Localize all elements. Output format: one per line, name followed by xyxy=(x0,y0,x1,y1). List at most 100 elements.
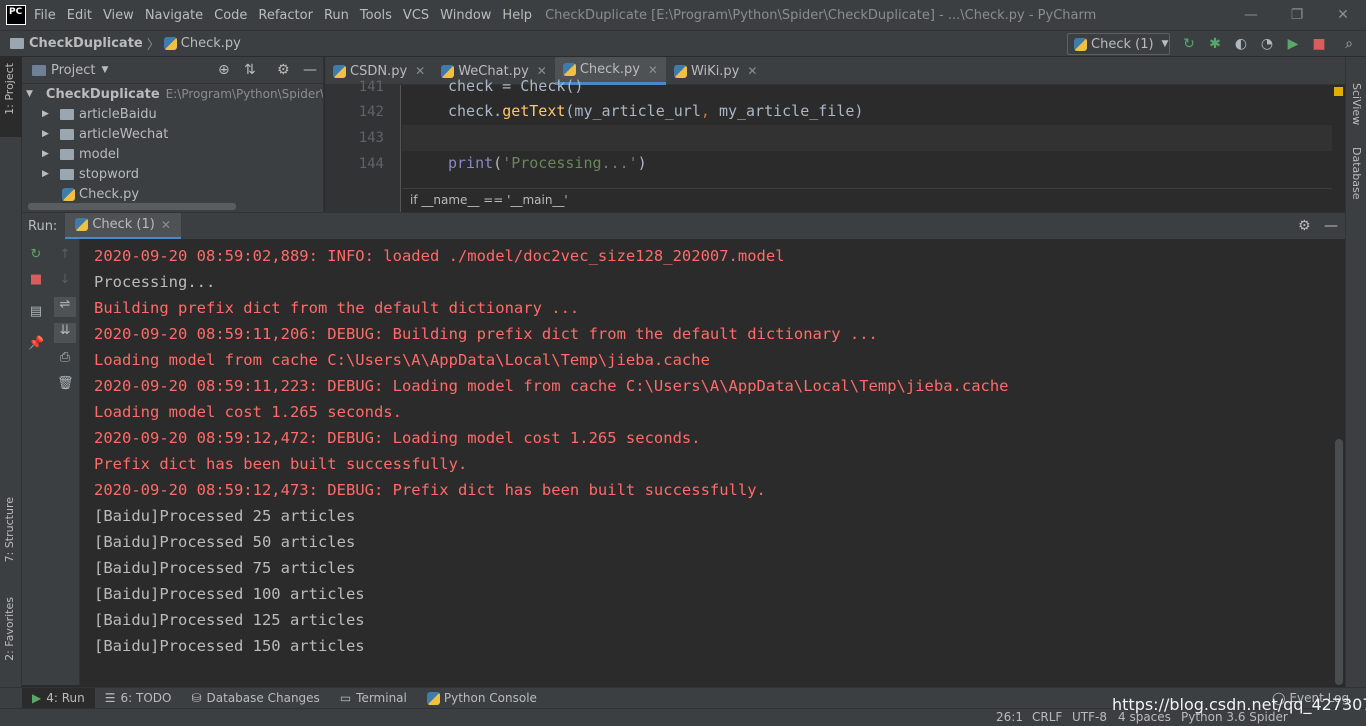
tool-tab-run[interactable]: ▶ 4: Run xyxy=(22,687,95,709)
menu-edit[interactable]: Edit xyxy=(67,8,92,23)
code-line[interactable]: check.getText(my_article_url, my_article… xyxy=(448,102,863,120)
code-text: print xyxy=(448,154,494,172)
tool-tab-python-console[interactable]: Python Console xyxy=(417,688,547,709)
tree-folder-label: articleWechat xyxy=(79,126,169,142)
folder-icon xyxy=(60,128,74,140)
caret-position[interactable]: 26:1 xyxy=(996,710,1023,724)
breadcrumb-separator-icon: 〉 xyxy=(146,38,160,53)
coverage-icon[interactable]: ◐ xyxy=(1233,36,1249,52)
menu-window[interactable]: Window xyxy=(440,8,491,23)
stop-icon[interactable]: ■ xyxy=(1311,36,1327,52)
tool-tab-sciview[interactable]: SciView xyxy=(1350,83,1363,125)
close-icon[interactable]: ✕ xyxy=(648,63,658,77)
code-text: 'Processing...' xyxy=(502,154,638,172)
expanded-arrow-icon[interactable]: ▼ xyxy=(26,89,33,99)
collapsed-arrow-icon[interactable]: ▶ xyxy=(42,109,52,119)
editor-scrollbar[interactable] xyxy=(1333,85,1345,212)
python-file-icon xyxy=(75,218,89,231)
menu-help[interactable]: Help xyxy=(502,8,532,23)
tool-tab-favorites[interactable]: 2: Favorites xyxy=(3,597,16,661)
run-tab-check[interactable]: Check (1) ✕ xyxy=(65,212,181,240)
tree-folder-stopword[interactable]: ▶ stopword xyxy=(22,164,323,184)
project-panel-title[interactable]: Project xyxy=(51,63,95,78)
rerun-icon[interactable]: ↻ xyxy=(1181,36,1197,52)
tool-tab-todo[interactable]: ☰ 6: TODO xyxy=(95,688,182,709)
stop-icon[interactable]: ■ xyxy=(28,272,44,288)
tree-file-check[interactable]: Check.py xyxy=(22,184,323,204)
tool-tab-label: Terminal xyxy=(356,691,407,705)
folder-icon xyxy=(60,168,74,180)
menu-code[interactable]: Code xyxy=(214,8,247,23)
print-icon[interactable]: ⎙ xyxy=(57,350,73,366)
gear-icon[interactable]: ⚙ xyxy=(277,62,290,78)
warning-marker[interactable] xyxy=(1334,87,1343,96)
close-icon[interactable]: ✕ xyxy=(161,218,171,232)
tool-tab-project[interactable]: 1: Project xyxy=(3,63,16,115)
horizontal-scrollbar[interactable] xyxy=(28,203,236,210)
menu-tools[interactable]: Tools xyxy=(360,8,392,23)
pin-icon[interactable]: 📌 xyxy=(28,336,44,352)
tree-folder-articlebaidu[interactable]: ▶ articleBaidu xyxy=(22,104,323,124)
menu-file[interactable]: File xyxy=(34,8,56,23)
up-arrow-icon[interactable]: ↑ xyxy=(57,247,73,263)
menu-vcs[interactable]: VCS xyxy=(403,8,429,23)
tool-tab-structure[interactable]: 7: Structure xyxy=(3,497,16,562)
tool-tab-label: Database Changes xyxy=(206,691,320,705)
collapsed-arrow-icon[interactable]: ▶ xyxy=(42,149,52,159)
restore-button[interactable]: ❐ xyxy=(1274,7,1320,23)
tool-tab-database-changes[interactable]: ⛁ Database Changes xyxy=(181,688,329,709)
hide-panel-icon[interactable]: — xyxy=(303,62,317,78)
scroll-to-end-icon[interactable]: ⇊ xyxy=(54,323,76,343)
tree-folder-model[interactable]: ▶ model xyxy=(22,144,323,164)
close-icon[interactable]: ✕ xyxy=(537,64,547,78)
collapse-all-icon[interactable]: ⇅ xyxy=(244,62,256,78)
close-icon[interactable]: ✕ xyxy=(415,64,425,78)
menu-refactor[interactable]: Refactor xyxy=(258,8,313,23)
chevron-down-icon[interactable]: ▼ xyxy=(101,65,108,75)
editor: CSDN.py ✕ WeChat.py ✕ Check.py ✕ WiKi.py… xyxy=(325,57,1345,212)
menu-run[interactable]: Run xyxy=(324,8,349,23)
breadcrumb-file[interactable]: Check.py xyxy=(181,36,241,51)
search-everywhere-icon[interactable]: ⌕ xyxy=(1341,36,1357,52)
tool-tab-label: 4: Run xyxy=(46,691,85,705)
profile-icon[interactable]: ◔ xyxy=(1259,36,1275,52)
file-encoding[interactable]: UTF-8 xyxy=(1072,710,1107,724)
debug-icon[interactable]: ✱ xyxy=(1207,36,1223,52)
close-icon[interactable]: ✕ xyxy=(747,64,757,78)
collapsed-arrow-icon[interactable]: ▶ xyxy=(42,169,52,179)
minimize-button[interactable]: — xyxy=(1228,7,1274,23)
rerun-icon[interactable]: ↻ xyxy=(28,247,44,263)
code-breadcrumb[interactable]: if __name__ == '__main__' xyxy=(402,188,1332,212)
close-window-button[interactable]: ✕ xyxy=(1320,7,1366,23)
run-concurrency-icon[interactable]: ▶ xyxy=(1285,36,1301,52)
collapsed-arrow-icon[interactable]: ▶ xyxy=(42,129,52,139)
menu-navigate[interactable]: Navigate xyxy=(145,8,203,23)
breadcrumb-project[interactable]: CheckDuplicate xyxy=(29,36,143,51)
navigation-bar: CheckDuplicate 〉 Check.py Check (1) ▼ ↻ … xyxy=(0,30,1366,57)
folder-icon xyxy=(60,108,74,120)
code-line[interactable]: print('Processing...') xyxy=(448,154,647,172)
menu-view[interactable]: View xyxy=(103,8,134,23)
down-arrow-icon[interactable]: ↓ xyxy=(57,272,73,288)
line-separator[interactable]: CRLF xyxy=(1032,710,1062,724)
trash-icon[interactable]: 🗑 xyxy=(57,376,74,392)
code-line[interactable]: check = Check() xyxy=(448,77,583,95)
console-line: Prefix dict has been built successfully. xyxy=(94,455,468,473)
run-configuration-label: Check (1) xyxy=(1091,36,1154,52)
gear-icon[interactable]: ⚙ xyxy=(1298,218,1311,234)
console-line: [Baidu]Processed 100 articles xyxy=(94,585,365,603)
layout-icon[interactable]: ▤ xyxy=(28,304,44,320)
run-console[interactable]: 2020-09-20 08:59:02,889: INFO: loaded ./… xyxy=(80,239,1345,685)
tree-folder-articlewechat[interactable]: ▶ articleWechat xyxy=(22,124,323,144)
tree-root[interactable]: ▼ CheckDuplicate E:\Program\Python\Spide… xyxy=(22,84,323,104)
tool-tab-terminal[interactable]: ▭ Terminal xyxy=(330,688,417,709)
console-scrollbar[interactable] xyxy=(1335,439,1343,685)
locate-icon[interactable]: ⊕ xyxy=(218,62,230,78)
soft-wrap-icon[interactable]: ⇌ xyxy=(54,297,76,317)
line-number: 143 xyxy=(358,130,384,146)
tool-tab-database[interactable]: Database xyxy=(1350,147,1363,200)
run-configuration-select[interactable]: Check (1) ▼ xyxy=(1067,33,1170,55)
hide-panel-icon[interactable]: — xyxy=(1324,218,1338,234)
run-toolbar-primary: ↻ ■ ▤ 📌 xyxy=(22,239,50,685)
editor-tab-wiki[interactable]: WiKi.py ✕ xyxy=(666,57,765,85)
